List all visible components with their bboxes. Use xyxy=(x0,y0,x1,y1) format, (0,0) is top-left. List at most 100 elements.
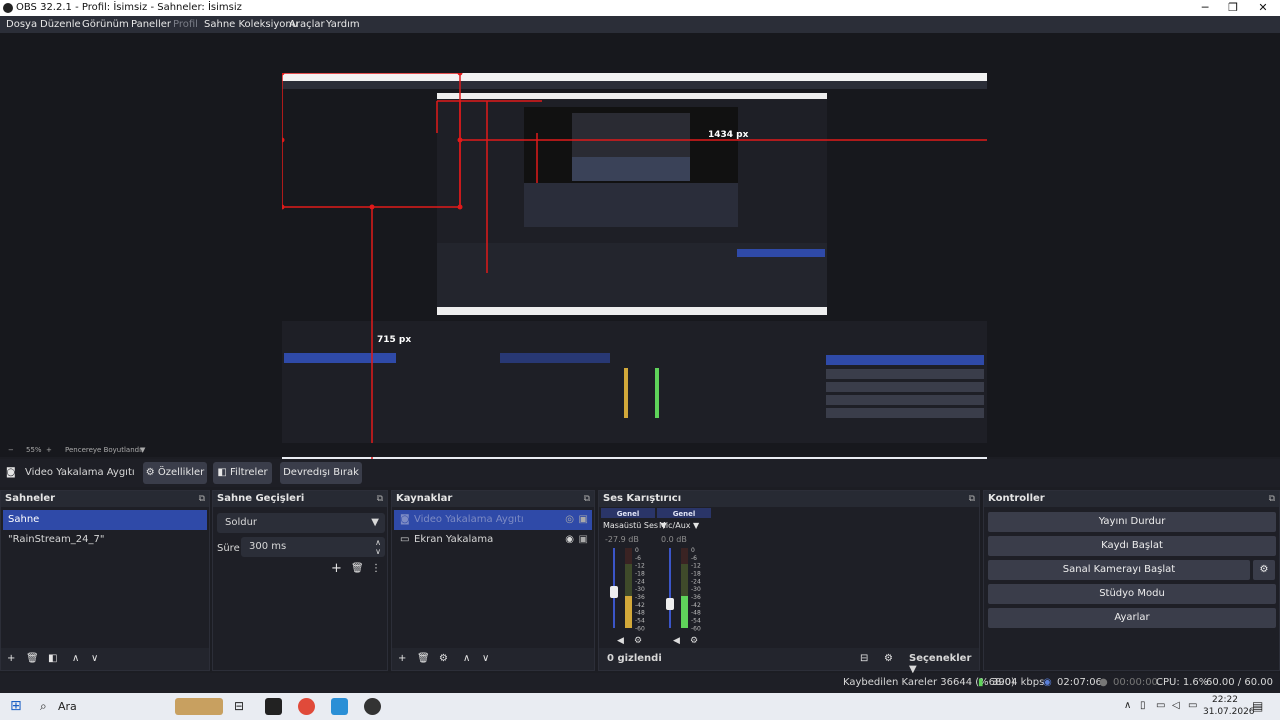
window-title: OBS 32.2.1 - Profil: İsimsiz - Sahneler:… xyxy=(16,2,242,13)
menu-file[interactable]: Dosya xyxy=(6,16,37,33)
volume-icon[interactable]: ◁ xyxy=(1172,700,1180,711)
move-down-icon[interactable]: ∨ xyxy=(91,653,98,665)
scenes-dock: Sahneler ⧉ Sahne "RainStream_24_7" + 🗑 ◧ … xyxy=(0,490,210,671)
more-icon[interactable]: ⋮ xyxy=(371,563,381,575)
signal-icon: ▮ xyxy=(978,677,984,688)
meter-scale-label: -12 xyxy=(691,563,701,570)
menu-help[interactable]: Yardım xyxy=(326,16,360,33)
trash-icon[interactable]: 🗑 xyxy=(417,653,430,665)
scene-item[interactable]: "RainStream_24_7" xyxy=(3,530,207,550)
network-icon[interactable]: ▭ xyxy=(1156,700,1165,711)
cpu-usage: CPU: 1.6% xyxy=(1156,677,1209,688)
notification-icon[interactable]: ▤ xyxy=(1252,699,1263,713)
sources-dock: Kaynaklar ⧉ ◙ Video Yakalama Aygıtı ◎ ▣ ▭… xyxy=(391,490,595,671)
settings-button[interactable]: Ayarlar xyxy=(988,608,1276,628)
menu-scene-collection[interactable]: Sahne Koleksiyonu xyxy=(204,16,298,33)
stepper-icon: ∧ ∨ xyxy=(375,538,381,556)
clock-date[interactable]: 31.07.2026 xyxy=(1203,707,1255,717)
measure-vertical-label: 715 px xyxy=(377,335,411,345)
zoom-out-icon[interactable]: − xyxy=(8,443,14,457)
undock-icon[interactable]: ⧉ xyxy=(584,491,590,507)
trash-icon[interactable]: 🗑 xyxy=(26,653,39,665)
meter-scale-label: -6 xyxy=(691,555,697,562)
source-item[interactable]: ▭ Ekran Yakalama ◉ ▣ xyxy=(394,530,592,550)
restore-icon[interactable]: ❐ xyxy=(1218,0,1248,16)
meter-scale-label: -60 xyxy=(691,625,701,632)
undock-icon[interactable]: ⧉ xyxy=(199,491,205,507)
scene-item[interactable]: Sahne xyxy=(3,510,207,530)
search-icon[interactable]: ⌕ xyxy=(40,699,47,714)
app-icon[interactable] xyxy=(331,698,348,715)
battery-icon[interactable]: ▭ xyxy=(1188,700,1197,711)
tiger-widget-icon[interactable] xyxy=(175,698,223,715)
eye-icon[interactable]: ◉ xyxy=(565,530,574,550)
undock-icon[interactable]: ⧉ xyxy=(969,491,975,507)
add-icon[interactable]: + xyxy=(7,653,15,665)
trash-icon[interactable]: 🗑 xyxy=(351,563,364,575)
duration-input[interactable]: 300 ms ∧ ∨ xyxy=(241,537,385,557)
menu-edit[interactable]: Düzenle xyxy=(40,16,81,33)
deactivate-button[interactable]: Devredışı Bırak xyxy=(280,462,362,484)
record-time: 00:00:00 xyxy=(1113,677,1158,688)
zoom-in-icon[interactable]: + xyxy=(46,443,52,457)
filter-icon[interactable]: ◧ xyxy=(48,653,57,665)
tray-chevron-icon[interactable]: ∧ xyxy=(1124,700,1131,711)
menu-tools[interactable]: Araçlar xyxy=(289,16,325,33)
menu-docks[interactable]: Paneller xyxy=(131,16,171,33)
windows-start-icon[interactable]: ⊞ xyxy=(10,698,22,714)
move-up-icon[interactable]: ∧ xyxy=(72,653,79,665)
close-icon[interactable]: ✕ xyxy=(1248,0,1278,16)
add-icon[interactable]: + xyxy=(398,653,406,665)
menu-profile[interactable]: Profil xyxy=(173,16,198,33)
chrome-icon[interactable] xyxy=(298,698,315,715)
hidden-eye-icon[interactable]: ◎ xyxy=(565,510,574,530)
lock-icon[interactable]: ▣ xyxy=(579,510,588,530)
obs-taskbar-icon[interactable] xyxy=(364,698,381,715)
virtual-camera-settings-icon[interactable]: ⚙ xyxy=(1253,560,1275,580)
preview-area[interactable]: 1434 px 715 px xyxy=(0,33,1280,470)
undock-icon[interactable]: ⧉ xyxy=(1269,491,1275,507)
gear-icon[interactable]: ⚙ xyxy=(439,653,448,665)
preview-canvas[interactable]: 1434 px 715 px xyxy=(282,73,987,470)
filters-button[interactable]: ◧ Filtreler xyxy=(213,462,272,484)
mixer-options[interactable]: Seçenekler ▼ xyxy=(909,653,979,675)
studio-mode-button[interactable]: Stüdyo Modu xyxy=(988,584,1276,604)
level-meter-fill xyxy=(625,596,632,628)
virtual-camera-button[interactable]: Sanal Kamerayı Başlat xyxy=(988,560,1250,580)
preview-zoom-bar: − 55% + Pencereye Boyutlandır ▼ xyxy=(0,443,1280,457)
add-icon[interactable]: + xyxy=(331,562,342,575)
meter-scale-label: -24 xyxy=(691,578,701,585)
microphone-icon[interactable]: ▯ xyxy=(1140,700,1146,711)
epic-games-icon[interactable] xyxy=(265,698,282,715)
audio-mixer-dock: Ses Karıştırıcı ⧉ Genel Masaüstü Ses ▼ -27.… xyxy=(598,490,980,675)
source-item[interactable]: ◙ Video Yakalama Aygıtı ◎ ▣ xyxy=(394,510,592,530)
meter-scale-label: -30 xyxy=(691,586,701,593)
start-record-button[interactable]: Kaydı Başlat xyxy=(988,536,1276,556)
transitions-dock: Sahne Geçişleri ⧉ Soldur ▼ Süre 300 ms ∧ ∨ +… xyxy=(212,490,388,671)
monitor-icon: ▭ xyxy=(400,534,410,545)
channel-name: Masaüstü Ses ▼ xyxy=(603,521,668,530)
bitrate: 3904 kbps xyxy=(992,677,1045,688)
transition-select[interactable]: Soldur ▼ xyxy=(217,513,385,533)
fit-to-window[interactable]: Pencereye Boyutlandır xyxy=(65,443,144,457)
move-up-icon[interactable]: ∧ xyxy=(463,653,470,665)
meter-scale-label: -60 xyxy=(635,625,645,632)
stop-stream-button[interactable]: Yayını Durdur xyxy=(988,512,1276,532)
properties-button[interactable]: ⚙ Özellikler xyxy=(143,462,207,484)
task-view-icon[interactable]: ⊟ xyxy=(234,699,244,713)
speaker-icon: ◀ xyxy=(617,636,624,646)
clock-time[interactable]: 22:22 xyxy=(1212,695,1238,705)
advanced-audio-icon[interactable]: ⚙ xyxy=(884,653,893,665)
minimize-icon[interactable]: ─ xyxy=(1190,0,1220,16)
layout-icon[interactable]: ⊟ xyxy=(860,653,868,665)
zoom-dropdown-icon[interactable]: ▼ xyxy=(140,443,145,457)
selected-source-name: Video Yakalama Aygıtı xyxy=(25,467,135,478)
undock-icon[interactable]: ⧉ xyxy=(377,491,383,507)
scenes-footer: + 🗑 ◧ ∧ ∨ xyxy=(1,648,209,670)
menu-view[interactable]: Görünüm xyxy=(82,16,129,33)
status-bar: Kaybedilen Kareler 36644 (%68.0) ▮ 3904 … xyxy=(0,673,1280,708)
meter-scale-label: -42 xyxy=(635,602,645,609)
move-down-icon[interactable]: ∨ xyxy=(482,653,489,665)
lock-icon[interactable]: ▣ xyxy=(579,530,588,550)
taskbar-search[interactable]: Ara xyxy=(58,700,77,713)
